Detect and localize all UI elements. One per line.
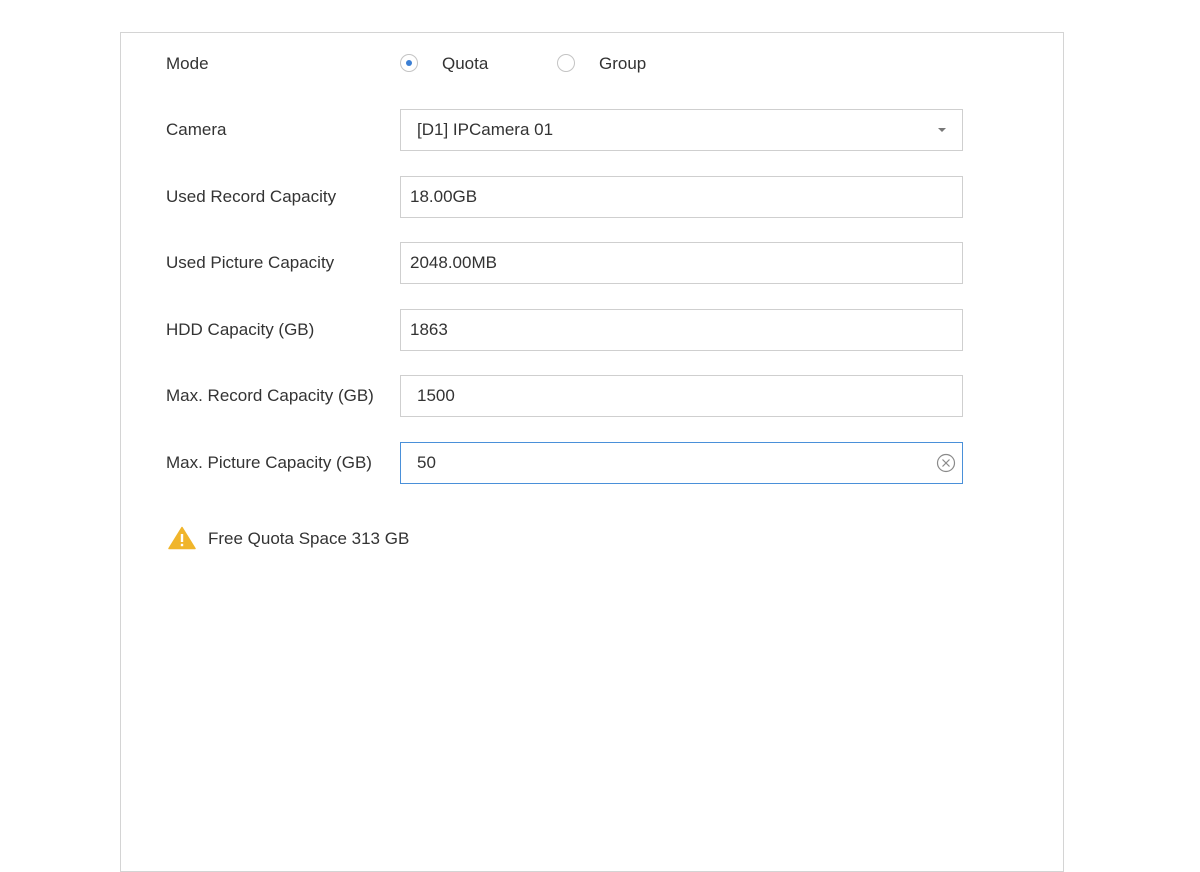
radio-label-group: Group <box>599 54 647 73</box>
radio-button-unselected[interactable] <box>557 54 575 72</box>
radio-label-quota: Quota <box>442 54 489 73</box>
max-picture-capacity-row: Max. Picture Capacity (GB) 50 <box>121 442 1065 484</box>
hdd-capacity-label: HDD Capacity (GB) <box>166 320 315 339</box>
camera-select-value: [D1] IPCamera 01 <box>417 120 554 139</box>
camera-select[interactable]: [D1] IPCamera 01 <box>400 109 963 151</box>
used-picture-capacity-field: 2048.00MB <box>400 242 963 284</box>
free-quota-text: Free Quota Space 313 GB <box>208 529 410 548</box>
radio-button-selected[interactable] <box>400 54 418 72</box>
mode-row: Mode Quota Group <box>121 43 1065 85</box>
max-record-capacity-input[interactable]: 1500 <box>400 375 963 417</box>
max-picture-capacity-label: Max. Picture Capacity (GB) <box>166 453 372 472</box>
radio-dot <box>406 60 412 66</box>
max-record-capacity-label: Max. Record Capacity (GB) <box>166 386 374 405</box>
hdd-capacity-field: 1863 <box>400 309 963 351</box>
storage-quota-panel: Mode Quota Group Camera [D1] IPCamera 01… <box>120 32 1064 872</box>
used-picture-capacity-row: Used Picture Capacity 2048.00MB <box>121 242 1065 284</box>
used-picture-capacity-value: 2048.00MB <box>410 253 497 272</box>
warning-icon <box>168 526 196 550</box>
used-picture-capacity-label: Used Picture Capacity <box>166 253 335 272</box>
max-record-capacity-value[interactable]: 1500 <box>417 376 455 416</box>
used-record-capacity-value: 18.00GB <box>410 187 478 206</box>
used-record-capacity-row: Used Record Capacity 18.00GB <box>121 176 1065 218</box>
hdd-capacity-value: 1863 <box>410 320 448 339</box>
clear-circle-icon[interactable] <box>936 453 956 473</box>
mode-label: Mode <box>166 54 209 73</box>
camera-label: Camera <box>166 120 227 139</box>
max-record-capacity-row: Max. Record Capacity (GB) 1500 <box>121 375 1065 417</box>
hdd-capacity-row: HDD Capacity (GB) 1863 <box>121 309 1065 351</box>
chevron-down-icon[interactable] <box>938 128 946 132</box>
max-picture-capacity-input[interactable]: 50 <box>400 442 963 484</box>
used-record-capacity-field: 18.00GB <box>400 176 963 218</box>
max-picture-capacity-value[interactable]: 50 <box>417 443 436 483</box>
camera-row: Camera [D1] IPCamera 01 <box>121 109 1065 151</box>
used-record-capacity-label: Used Record Capacity <box>166 187 337 206</box>
